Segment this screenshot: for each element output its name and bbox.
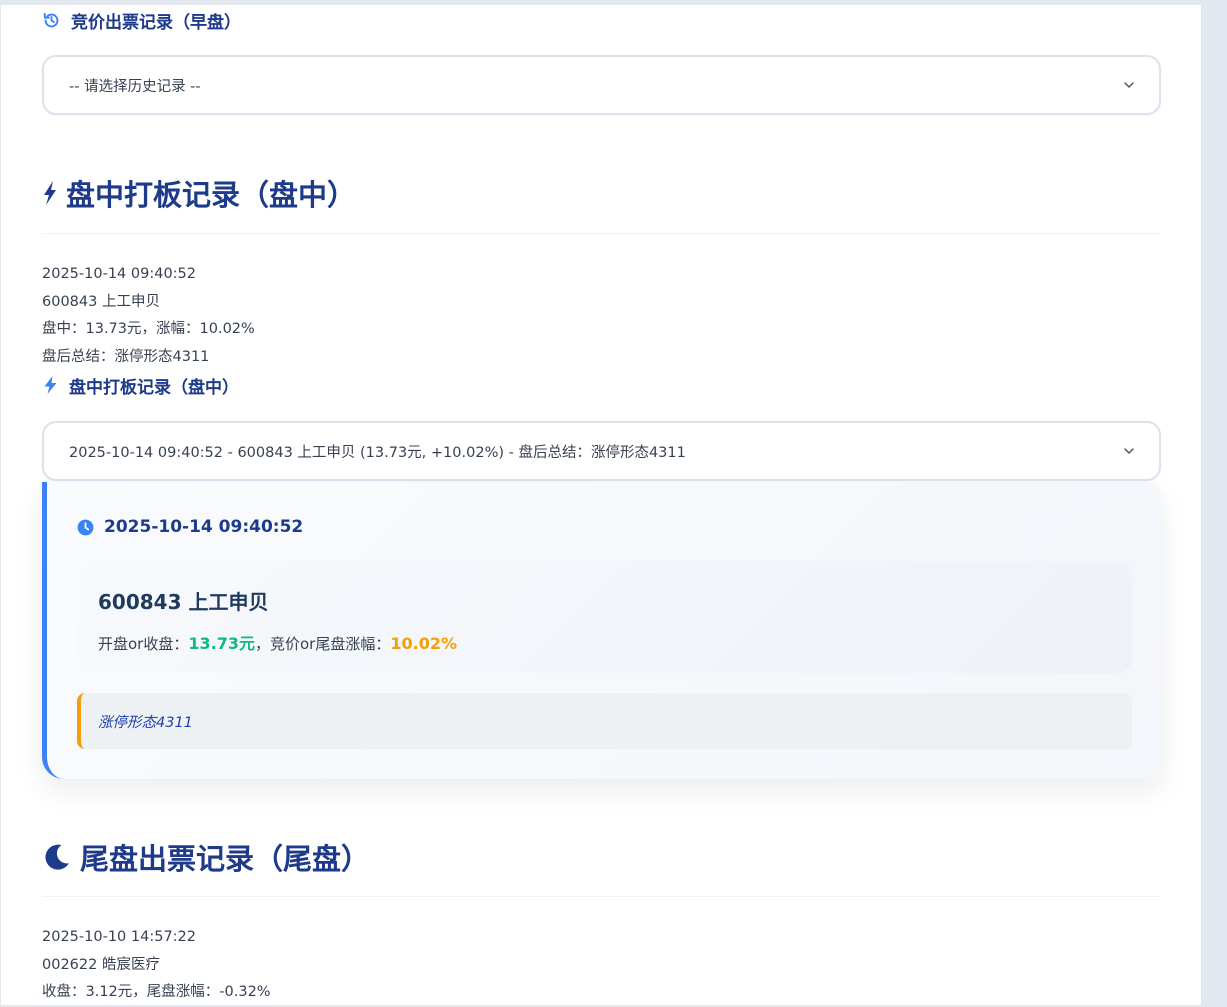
- scrollbar-track[interactable]: [1200, 0, 1227, 997]
- intraday-summary-lines: 2025-10-14 09:40:52 600843 上工申贝 盘中：13.73…: [42, 261, 255, 371]
- intraday-line-time: 2025-10-14 09:40:52: [42, 266, 196, 282]
- price-value: 13.73元: [188, 634, 255, 653]
- closing-line-stock: 002622 皓宸医疗: [42, 956, 160, 973]
- intraday-select-value: 2025-10-14 09:40:52 - 600843 上工申贝 (13.73…: [69, 444, 686, 461]
- intraday-divider: [42, 233, 1161, 234]
- change-label: ，竞价or尾盘涨幅：: [254, 635, 391, 653]
- history-icon: [43, 12, 59, 27]
- closing-heading-text: 尾盘出票记录（尾盘）: [80, 842, 371, 876]
- lightning-icon: [44, 376, 57, 394]
- closing-divider: [42, 896, 1161, 897]
- closing-line-time: 2025-10-10 14:57:22: [42, 929, 196, 945]
- intraday-history-select[interactable]: 2025-10-14 09:40:52 - 600843 上工申贝 (13.73…: [42, 421, 1161, 481]
- record-time: 2025-10-14 09:40:52: [76, 517, 303, 537]
- intraday-heading-text: 盘中打板记录（盘中）: [66, 178, 357, 212]
- intraday-sub-heading: 盘中打板记录（盘中）: [42, 373, 239, 398]
- moon-icon: [45, 844, 69, 870]
- stock-title: 600843 上工申贝: [98, 590, 269, 614]
- price-label: 开盘or收盘：: [98, 635, 189, 653]
- auction-heading-text: 竞价出票记录（早盘）: [71, 12, 241, 33]
- intraday-sub-heading-text: 盘中打板记录（盘中）: [69, 377, 239, 398]
- auction-section-heading: 竞价出票记录（早盘）: [42, 8, 241, 33]
- intraday-line-summary: 盘后总结：涨停形态4311: [42, 348, 210, 365]
- closing-section-heading: 尾盘出票记录（尾盘）: [42, 837, 370, 877]
- chevron-down-icon: [1124, 448, 1134, 454]
- auction-select-placeholder: -- 请选择历史记录 --: [69, 78, 201, 95]
- intraday-section-heading: 盘中打板记录（盘中）: [42, 173, 356, 213]
- stock-detail: 开盘or收盘：13.73元，竞价or尾盘涨幅：10.02%: [98, 630, 457, 654]
- change-value: 10.02%: [390, 634, 457, 653]
- lightning-icon: [44, 181, 56, 205]
- auction-history-select[interactable]: -- 请选择历史记录 --: [42, 55, 1161, 115]
- closing-line-price: 收盘：3.12元，尾盘涨幅：-0.32%: [42, 984, 271, 1000]
- intraday-line-stock: 600843 上工申贝: [42, 293, 160, 310]
- intraday-line-price: 盘中：13.73元，涨幅：10.02%: [42, 321, 255, 337]
- record-time-text: 2025-10-14 09:40:52: [104, 517, 304, 537]
- stock-info-box: 600843 上工申贝 开盘or收盘：13.73元，竞价or尾盘涨幅：10.02…: [78, 561, 1132, 673]
- clock-icon: [77, 519, 94, 535]
- page: 竞价出票记录（早盘） -- 请选择历史记录 -- 盘中打板记录（盘中） 2025…: [0, 4, 1201, 1005]
- record-detail-card: 2025-10-14 09:40:52 600843 上工申贝 开盘or收盘：1…: [42, 482, 1161, 779]
- chevron-down-icon: [1124, 82, 1134, 88]
- post-market-summary: 涨停形态4311: [77, 693, 1132, 749]
- summary-text: 涨停形态4311: [98, 714, 193, 731]
- closing-summary-lines: 2025-10-10 14:57:22 002622 皓宸医疗 收盘：3.12元…: [42, 924, 271, 1007]
